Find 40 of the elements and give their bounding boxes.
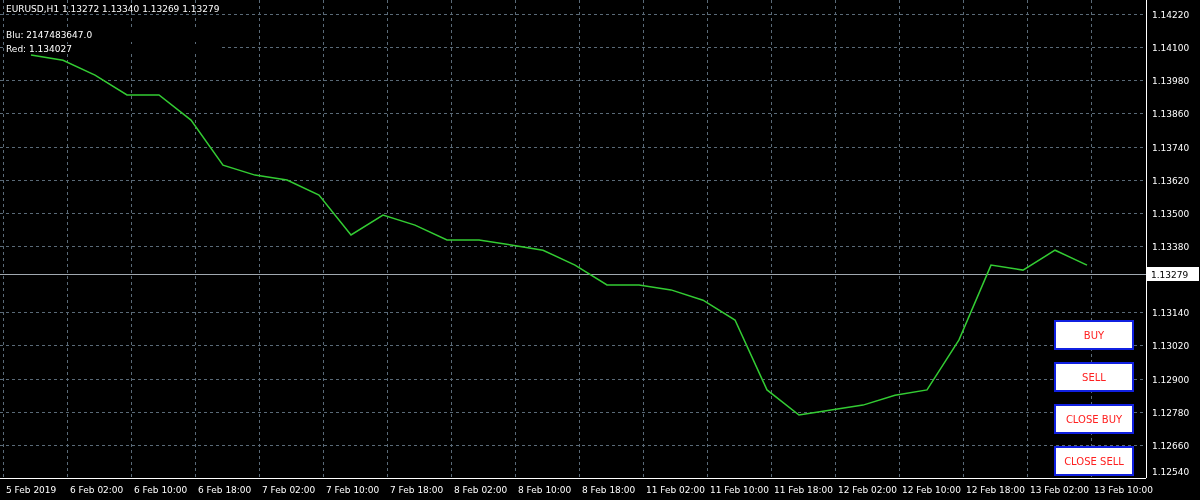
axis-label: 13 Feb 10:00	[1094, 485, 1154, 495]
axis-label: 6 Feb 18:00	[198, 485, 252, 495]
axis-label: 1.13740	[1152, 143, 1190, 153]
axis-label: 11 Feb 10:00	[710, 485, 770, 495]
axis-label: 1.14100	[1152, 43, 1190, 53]
axis-label: 12 Feb 18:00	[966, 485, 1026, 495]
axis-label: 1.12900	[1152, 375, 1190, 385]
ref-line-label: 1.13279	[1151, 270, 1189, 280]
axis-label: 12 Feb 10:00	[902, 485, 962, 495]
axis-label: 6 Feb 10:00	[134, 485, 188, 495]
symbol-quote: EURUSD,H1 1.13272 1.13340 1.13269 1.13279	[6, 4, 220, 14]
axis-label: 1.13980	[1152, 76, 1190, 86]
axis-label: 1.12540	[1152, 467, 1190, 477]
axis-label: 1.12660	[1152, 441, 1190, 451]
axis-label: 8 Feb 18:00	[582, 485, 636, 495]
axis-label: 7 Feb 10:00	[326, 485, 380, 495]
axis-label: 8 Feb 10:00	[518, 485, 572, 495]
axis-label: 12 Feb 02:00	[838, 485, 898, 495]
trade-button[interactable]: CLOSE BUY	[1054, 404, 1134, 434]
axis-label: 1.12780	[1152, 408, 1190, 418]
axis-label: 6 Feb 02:00	[70, 485, 124, 495]
trade-button[interactable]: SELL	[1054, 362, 1134, 392]
axis-label: 8 Feb 02:00	[454, 485, 508, 495]
trade-button[interactable]: BUY	[1054, 320, 1134, 350]
axis-label: 1.14220	[1152, 10, 1190, 20]
axis-label: 1.13140	[1152, 308, 1190, 318]
axis-label: 13 Feb 02:00	[1030, 485, 1090, 495]
axis-label: 11 Feb 02:00	[646, 485, 706, 495]
current-price-label: 1.13279	[1147, 267, 1199, 281]
indicator-value: Red: 1.134027	[6, 44, 220, 54]
axis-label: 1.13860	[1152, 109, 1190, 119]
axis-label: 11 Feb 18:00	[774, 485, 834, 495]
axis-label: 1.13620	[1152, 176, 1190, 186]
axis-label: 7 Feb 02:00	[262, 485, 316, 495]
axis-label: 1.13500	[1152, 209, 1190, 219]
axis-label: 1.13380	[1152, 242, 1190, 252]
axis-label: 7 Feb 18:00	[390, 485, 444, 495]
axis-label: 1.13020	[1152, 341, 1190, 351]
axis-label: 5 Feb 2019	[6, 485, 57, 495]
trade-button[interactable]: CLOSE SELL	[1054, 446, 1134, 476]
